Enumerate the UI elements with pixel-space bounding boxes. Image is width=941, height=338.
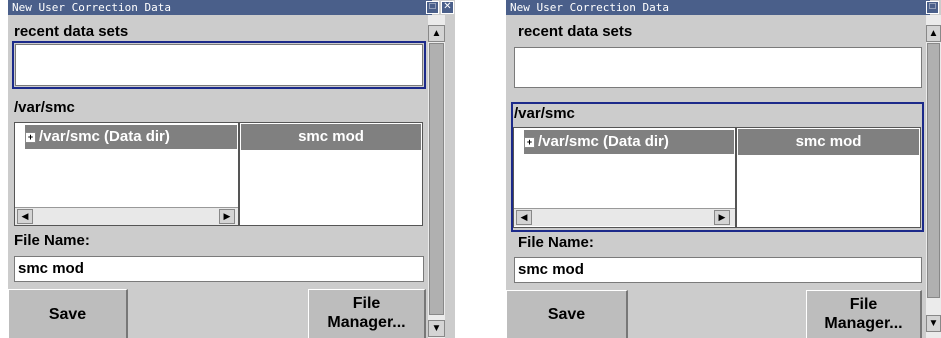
file-manager-label-line2: Manager... [824, 315, 903, 332]
scroll-down-icon[interactable]: ▼ [926, 315, 941, 332]
file-manager-button[interactable]: File Manager... [308, 289, 426, 338]
dialog-titlebar: New User Correction Data [506, 0, 930, 15]
save-button[interactable]: Save [8, 289, 128, 338]
path-label: /var/smc [14, 99, 75, 116]
file-manager-label-line1: File [352, 295, 381, 312]
dialog-title: New User Correction Data [12, 1, 171, 14]
scroll-up-icon[interactable]: ▲ [926, 25, 941, 42]
scroll-left-icon[interactable]: ◀ [17, 209, 33, 224]
dialog-title: New User Correction Data [510, 1, 669, 14]
scroll-right-icon[interactable]: ▶ [219, 209, 235, 224]
recent-data-sets-label: recent data sets [14, 23, 129, 40]
dialog-titlebar: New User Correction Data [8, 0, 432, 15]
file-name-label: File Name: [14, 232, 90, 249]
vertical-scrollbar[interactable]: ▲ ▼ [428, 15, 445, 338]
recent-data-sets-list[interactable] [514, 47, 922, 88]
tree-item-data-dir[interactable]: +/var/smc (Data dir) [25, 125, 237, 149]
scroll-down-icon[interactable]: ▼ [428, 320, 445, 337]
file-list[interactable]: smc mod [239, 122, 423, 226]
tree-item-label: /var/smc (Data dir) [538, 133, 669, 150]
maximize-icon[interactable]: □ [426, 1, 439, 14]
maximize-icon[interactable]: □ [926, 1, 939, 14]
save-button[interactable]: Save [506, 290, 628, 338]
file-name-input[interactable]: smc mod [14, 256, 424, 282]
scrollbar-thumb[interactable] [429, 43, 444, 315]
tree-item-data-dir[interactable]: +/var/smc (Data dir) [524, 130, 734, 154]
title-controls: □ ✕ [426, 1, 454, 14]
file-name-label: File Name: [518, 234, 594, 251]
title-controls: □ [926, 1, 939, 14]
recent-data-sets-label: recent data sets [518, 23, 633, 40]
file-manager-label-line1: File [849, 296, 878, 313]
file-name-input[interactable]: smc mod [514, 257, 922, 283]
path-label: /var/smc [514, 105, 575, 122]
vertical-scrollbar[interactable]: ▲ ▼ [926, 15, 941, 338]
expand-plus-icon[interactable]: + [25, 131, 36, 143]
dialog-left: New User Correction Data □ ✕ recent data… [8, 0, 455, 338]
close-icon[interactable]: ✕ [441, 1, 454, 14]
tree-item-label: /var/smc (Data dir) [39, 128, 170, 145]
directory-tree[interactable]: +/var/smc (Data dir) ◀ ▶ [14, 122, 239, 226]
scrollbar-thumb[interactable] [927, 43, 940, 298]
file-manager-label-line2: Manager... [327, 314, 406, 331]
file-list-item[interactable]: smc mod [738, 129, 919, 155]
expand-plus-icon[interactable]: + [524, 136, 535, 148]
scroll-left-icon[interactable]: ◀ [516, 210, 532, 225]
scroll-up-icon[interactable]: ▲ [428, 25, 445, 42]
directory-tree[interactable]: +/var/smc (Data dir) ◀ ▶ [513, 127, 736, 228]
save-button-label: Save [547, 306, 586, 323]
file-list[interactable]: smc mod [736, 127, 921, 228]
dialog-right: New User Correction Data □ recent data s… [506, 0, 941, 338]
file-list-item[interactable]: smc mod [241, 124, 421, 150]
file-manager-button[interactable]: File Manager... [806, 290, 922, 338]
tree-horizontal-scrollbar[interactable]: ◀ ▶ [15, 207, 238, 225]
scroll-right-icon[interactable]: ▶ [714, 210, 730, 225]
save-button-label: Save [48, 306, 87, 323]
recent-data-sets-list[interactable] [15, 44, 423, 86]
tree-horizontal-scrollbar[interactable]: ◀ ▶ [514, 208, 735, 226]
